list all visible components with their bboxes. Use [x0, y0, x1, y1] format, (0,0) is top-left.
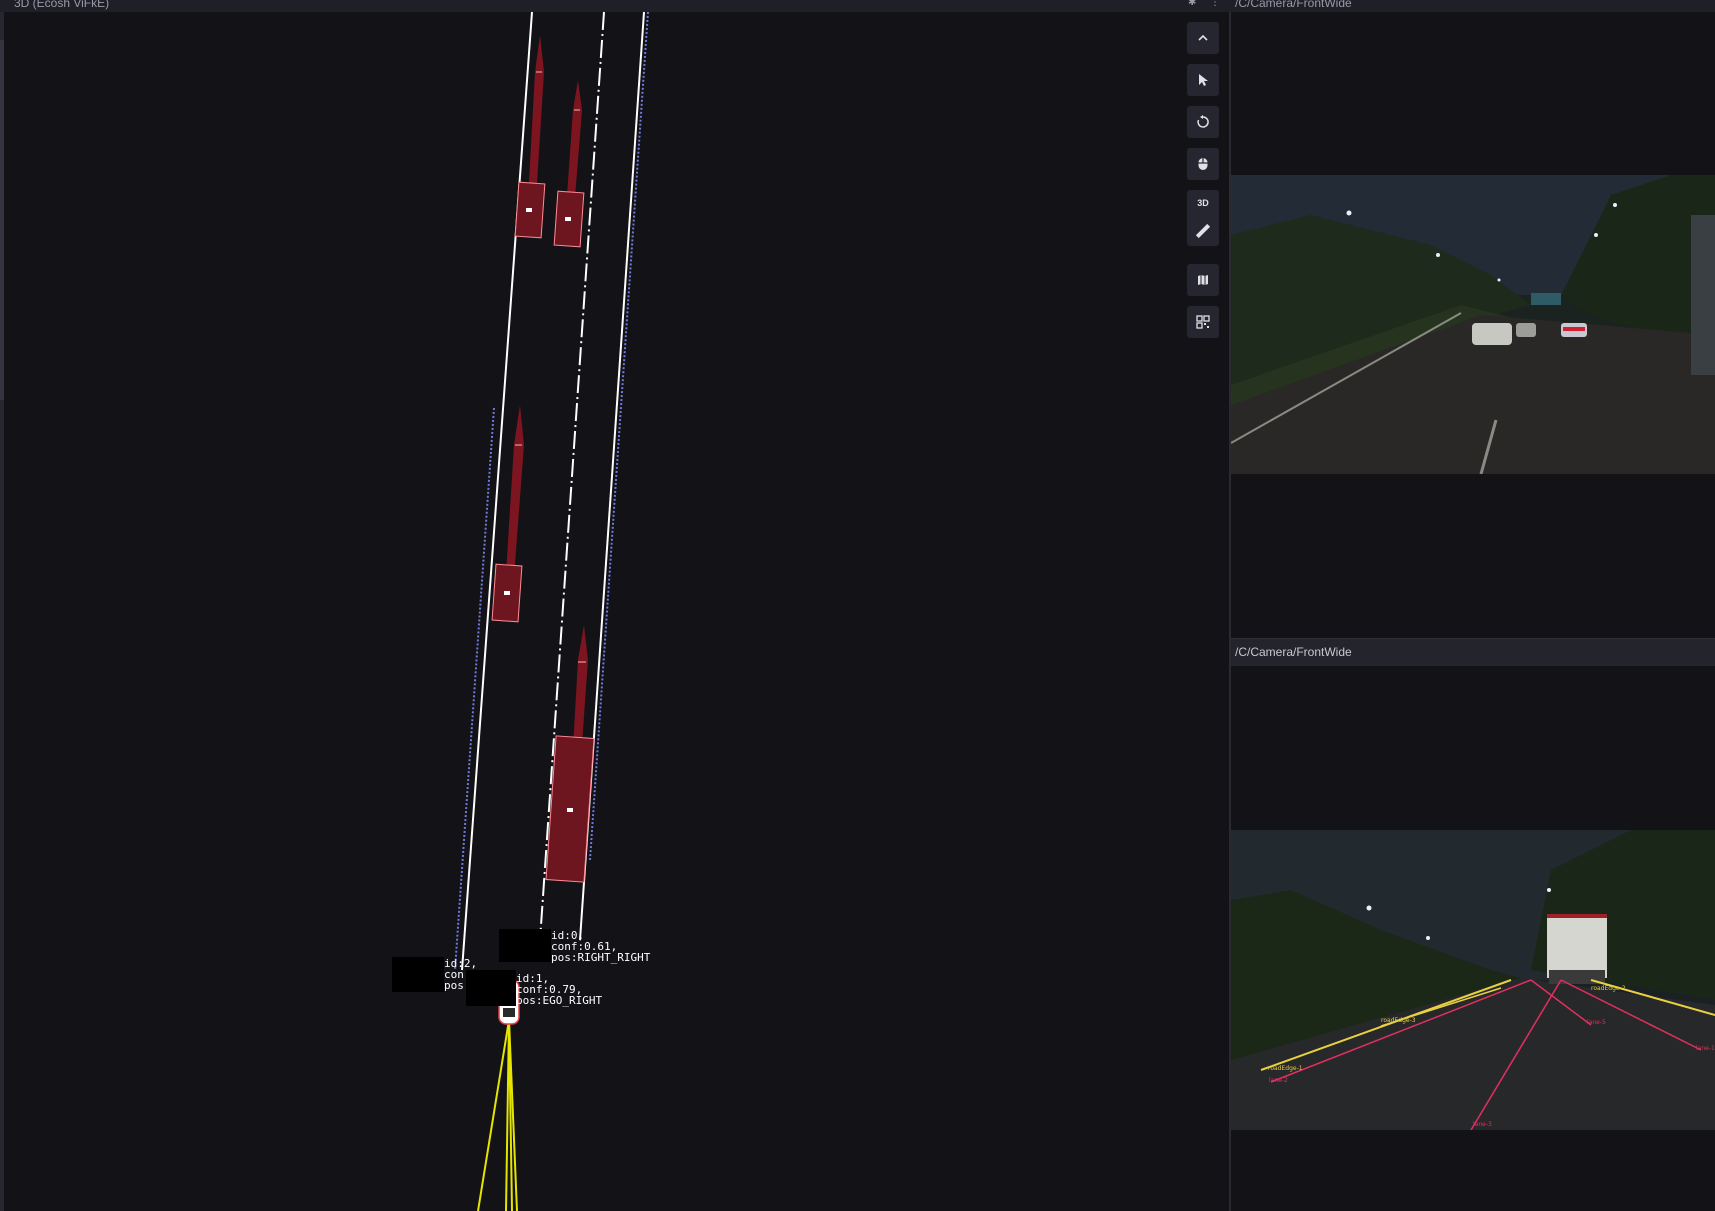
cursor-icon	[1199, 74, 1208, 86]
lane-label: roadEdge-2	[1591, 985, 1626, 992]
vehicle-icon	[504, 591, 510, 595]
select-tool-button[interactable]	[1187, 64, 1219, 96]
detection-label-id0: id:0, conf:0.61, pos:RIGHT_RIGHT	[551, 930, 650, 963]
view-3d-label: 3D	[1197, 198, 1209, 208]
det-pos: pos:RIGHT_RIGHT	[551, 951, 651, 964]
chevron-up-icon	[1198, 34, 1208, 41]
ruler-icon	[1196, 224, 1210, 238]
lane-label: lane-1	[1696, 1045, 1715, 1052]
lane-label: lane-3	[1473, 1121, 1492, 1128]
label-redaction	[499, 929, 551, 962]
map-icon	[1198, 275, 1208, 285]
ego-trajectory	[477, 1019, 518, 1211]
panel-camera-top-title: /C/Camera/FrontWide	[1235, 0, 1352, 10]
vehicle-icon	[526, 208, 532, 212]
det-pos: pos	[444, 979, 464, 992]
grid-button[interactable]	[1187, 306, 1219, 338]
vehicle-icon	[565, 217, 571, 221]
rotate-icon	[1197, 115, 1209, 128]
detection-label-id1: id:1, conf:0.79, pos:EGO_RIGHT	[516, 973, 602, 1006]
vehicle-icon	[567, 808, 573, 812]
camera-panel-header[interactable]: /C/Camera/FrontWide	[1231, 638, 1715, 667]
grid-icon	[1196, 315, 1210, 329]
camera-topic-title: /C/Camera/FrontWide	[1235, 645, 1352, 659]
lane-label: lane-5	[1587, 1019, 1606, 1026]
lane-label: lane-2	[1269, 1077, 1288, 1084]
vehicle-boxes	[491, 181, 595, 883]
mouse-mode-button[interactable]	[1187, 148, 1219, 180]
map-button[interactable]	[1187, 264, 1219, 296]
mouse-icon	[1198, 158, 1208, 170]
scene-3d-canvas[interactable]	[0, 0, 1229, 1211]
label-redaction	[466, 970, 516, 1006]
camera-image-top	[1231, 175, 1715, 474]
lane-edge-left-blue	[454, 407, 495, 971]
det-pos: pos:EGO_RIGHT	[516, 994, 603, 1007]
lane-line-left	[461, 11, 533, 971]
velocity-arrow	[566, 80, 582, 210]
view-3d-button[interactable]: 3D	[1187, 190, 1219, 246]
lane-label: roadEdge-3	[1381, 1017, 1416, 1024]
label-redaction	[392, 957, 444, 992]
collapse-button[interactable]	[1187, 22, 1219, 54]
velocity-arrow	[528, 35, 544, 200]
camera-frame-bottom: roadEdge-1 roadEdge-3 roadEdge-2 lane-2 …	[1231, 830, 1715, 1130]
camera-frame-top	[1231, 175, 1715, 474]
camera-image-bottom: roadEdge-1 roadEdge-3 roadEdge-2 lane-2 …	[1231, 830, 1715, 1130]
velocity-arrow	[505, 405, 524, 590]
lane-edge-right-blue	[589, 11, 649, 861]
rotate-view-button[interactable]	[1187, 106, 1219, 138]
lane-label: roadEdge-1	[1268, 1065, 1303, 1072]
